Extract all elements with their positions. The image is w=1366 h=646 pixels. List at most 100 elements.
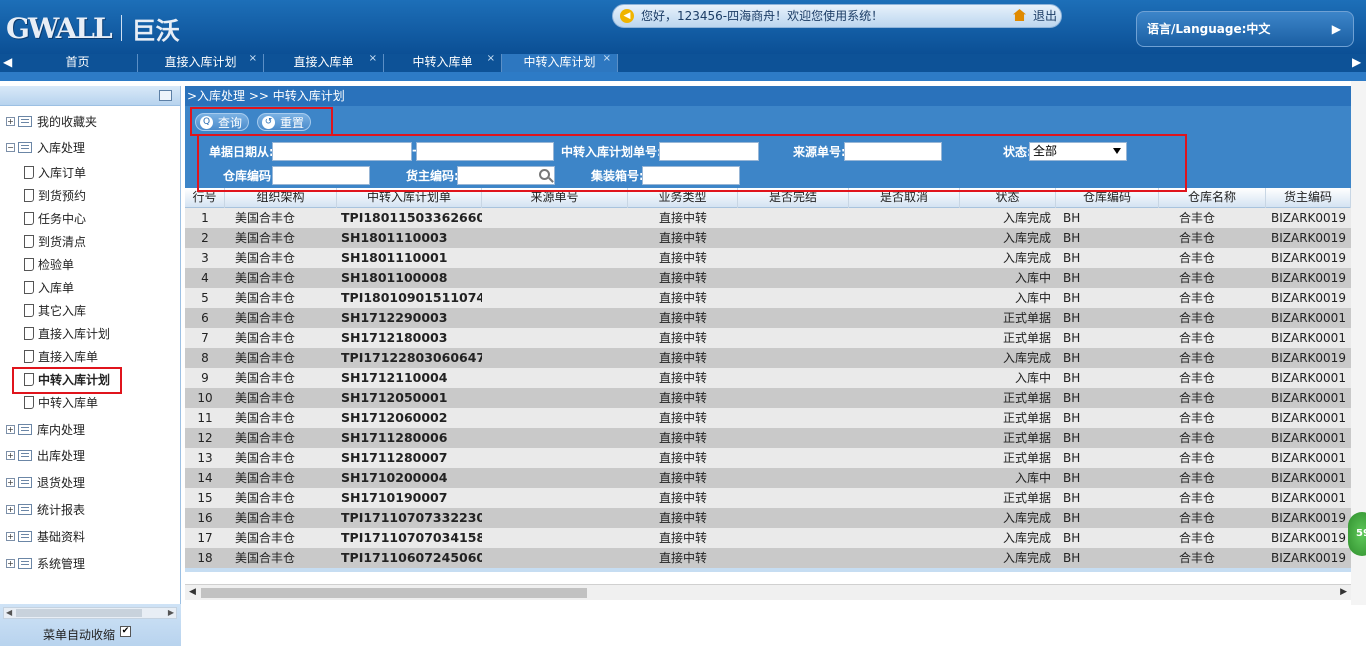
table-cell: 3 [201,251,209,265]
grid-scroll-thumb[interactable] [201,588,587,598]
table-row[interactable]: 9 美国合丰仓 SH1712110004 直接中转 入库中 BH 合丰仓 BIZARK0001 [185,368,1351,388]
expand-icon[interactable]: + [6,505,15,514]
close-icon[interactable]: × [487,50,495,67]
sidebar-item[interactable]: 直接入库计划 [24,325,110,342]
sidebar-item[interactable]: 入库单 [24,279,74,296]
sidebar-item-label: 系统管理 [37,557,86,571]
table-row[interactable]: 11 美国合丰仓 SH1712060002 直接中转 正式单据 BH 合丰仓 BIZARK00… [185,408,1351,428]
table-cell: BIZARK0001 [1271,391,1346,405]
sidebar-item-label: 出库处理 [37,449,86,463]
sidebar-item[interactable]: 检验单 [24,256,74,273]
table-row[interactable]: 12 美国合丰仓 SH1711280006 直接中转 正式单据 BH 合丰仓 BIZARK00… [185,428,1351,448]
menu-group-icon [18,450,32,461]
table-cell: BIZARK0001 [1271,471,1346,485]
sidebar-item-label: 入库订单 [38,166,87,180]
menu-auto-collapse-checkbox[interactable]: ✔ [120,626,131,637]
sidebar-scrollbar[interactable]: ◀ ▶ [3,607,177,619]
table-row[interactable]: 5 美国合丰仓 TPI18010901511074 直接中转 入库中 BH 合丰仓 BIZAR… [185,288,1351,308]
close-icon[interactable]: × [369,50,377,67]
table-cell: 5 [201,291,209,305]
logo-cn: 巨沃 [131,16,180,45]
table-cell: 入库中 [1014,291,1051,305]
sidebar-scroll-thumb[interactable] [16,609,142,617]
sidebar-item[interactable]: + 系统管理 [6,555,85,572]
table-cell: BH [1063,471,1081,485]
expand-icon[interactable]: + [6,117,15,126]
table-cell: 9 [201,371,209,385]
column-header[interactable]: 货主编码 [1266,188,1351,208]
table-cell: 合丰仓 [1179,371,1216,385]
table-cell [849,488,960,508]
expand-icon[interactable]: + [6,478,15,487]
logout-link[interactable]: 退出 [1033,5,1057,27]
scroll-left-icon[interactable]: ◀ [189,587,196,597]
table-row[interactable]: 13 美国合丰仓 SH1711280007 直接中转 正式单据 BH 合丰仓 BIZARK00… [185,448,1351,468]
table-row[interactable]: 14 美国合丰仓 SH1710200004 直接中转 入库中 BH 合丰仓 BIZARK000… [185,468,1351,488]
table-cell: 直接中转 [658,551,707,565]
table-cell: BIZARK0019 [1271,231,1346,245]
logo-text: GWALL [6,11,113,45]
document-icon [24,327,34,340]
sidebar-item[interactable]: − 入库处理 [6,139,85,156]
sidebar-item[interactable]: 中转入库单 [24,394,98,411]
table-row[interactable]: 10 美国合丰仓 SH1712050001 直接中转 正式单据 BH 合丰仓 BIZARK00… [185,388,1351,408]
expand-icon[interactable]: + [6,532,15,541]
sidebar-item[interactable]: + 我的收藏夹 [6,113,97,130]
table-cell: 美国合丰仓 [235,371,296,385]
table-row[interactable]: 16 美国合丰仓 TPI17110707332230 直接中转 入库完成 BH 合丰仓 BIZ… [185,508,1351,528]
home-icon[interactable] [1013,9,1026,21]
table-cell: 正式单据 [1002,391,1051,405]
table-row[interactable]: 7 美国合丰仓 SH1712180003 直接中转 正式单据 BH 合丰仓 BIZARK000… [185,328,1351,348]
table-cell [849,528,960,548]
collapse-icon[interactable]: − [6,143,15,152]
table-cell: 美国合丰仓 [235,411,296,425]
table-cell [738,208,849,228]
tab-3[interactable]: 直接入库单 × [264,53,384,72]
scroll-right-icon[interactable]: ▶ [1340,587,1347,597]
table-row[interactable]: 18 美国合丰仓 TPI17110607245060 直接中转 入库完成 BH 合丰仓 BIZ… [185,548,1351,568]
table-row[interactable]: 17 美国合丰仓 TPI17110707034158 直接中转 入库完成 BH 合丰仓 BIZ… [185,528,1351,548]
grid-horizontal-scrollbar[interactable]: ◀ ▶ [185,584,1351,600]
sidebar-item[interactable]: + 出库处理 [6,447,85,464]
close-icon[interactable]: × [249,50,257,67]
sidebar-item[interactable]: 直接入库单 [24,348,98,365]
table-row[interactable]: 15 美国合丰仓 SH1710190007 直接中转 正式单据 BH 合丰仓 BIZARK00… [185,488,1351,508]
table-row[interactable]: 3 美国合丰仓 SH1801110001 直接中转 入库完成 BH 合丰仓 BIZARK001… [185,248,1351,268]
breadcrumb: >入库处理 >> 中转入库计划 [185,86,1351,106]
sidebar-item[interactable]: 任务中心 [24,210,86,227]
table-cell: 美国合丰仓 [235,271,296,285]
sidebar-item[interactable]: + 基础资料 [6,528,85,545]
sidebar-item[interactable]: 到货清点 [24,233,86,250]
close-icon[interactable]: × [603,50,611,67]
sidebar-item[interactable]: + 库内处理 [6,421,85,438]
table-row[interactable]: 1 美国合丰仓 TPI18011503362660 直接中转 入库完成 BH 合丰仓 BIZA… [185,208,1351,228]
table-cell [738,428,849,448]
floating-badge[interactable]: 59 [1348,512,1366,556]
collapse-sidebar-icon[interactable] [159,90,172,101]
tab-4[interactable]: 中转入库单 × [384,53,502,72]
table-cell: 10 [197,391,213,405]
tab-2[interactable]: 直接入库计划 × [138,53,264,72]
sidebar-item[interactable]: + 退货处理 [6,474,85,491]
table-row[interactable]: 6 美国合丰仓 SH1712290003 直接中转 正式单据 BH 合丰仓 BIZARK000… [185,308,1351,328]
tab-5[interactable]: 中转入库计划 × [502,53,618,72]
tab-scroll-left-icon[interactable]: ◀ [3,54,12,71]
table-cell: 美国合丰仓 [235,211,296,225]
tab-1[interactable]: 首页 [18,54,138,72]
table-row[interactable]: 8 美国合丰仓 TPI17122803060647 直接中转 入库完成 BH 合丰仓 BIZA… [185,348,1351,368]
expand-icon[interactable]: + [6,559,15,568]
expand-icon[interactable]: + [6,425,15,434]
table-cell: 8 [201,351,209,365]
sidebar-item[interactable]: 其它入库 [24,302,86,319]
sidebar-item[interactable]: + 统计报表 [6,501,85,518]
table-cell: BIZARK0019 [1271,271,1346,285]
language-selector[interactable]: 语言/Language:中文 ▶ [1136,11,1354,47]
sidebar-item[interactable]: 到货预约 [24,187,86,204]
expand-icon[interactable]: + [6,451,15,460]
table-cell: 入库完成 [1002,231,1051,245]
sidebar-item[interactable]: 入库订单 [24,164,86,181]
table-row[interactable]: 4 美国合丰仓 SH1801100008 直接中转 入库中 BH 合丰仓 BIZARK0019 [185,268,1351,288]
table-cell: 合丰仓 [1179,391,1216,405]
tab-scroll-right-icon[interactable]: ▶ [1352,54,1361,71]
table-row[interactable]: 2 美国合丰仓 SH1801110003 直接中转 入库完成 BH 合丰仓 BIZARK001… [185,228,1351,248]
